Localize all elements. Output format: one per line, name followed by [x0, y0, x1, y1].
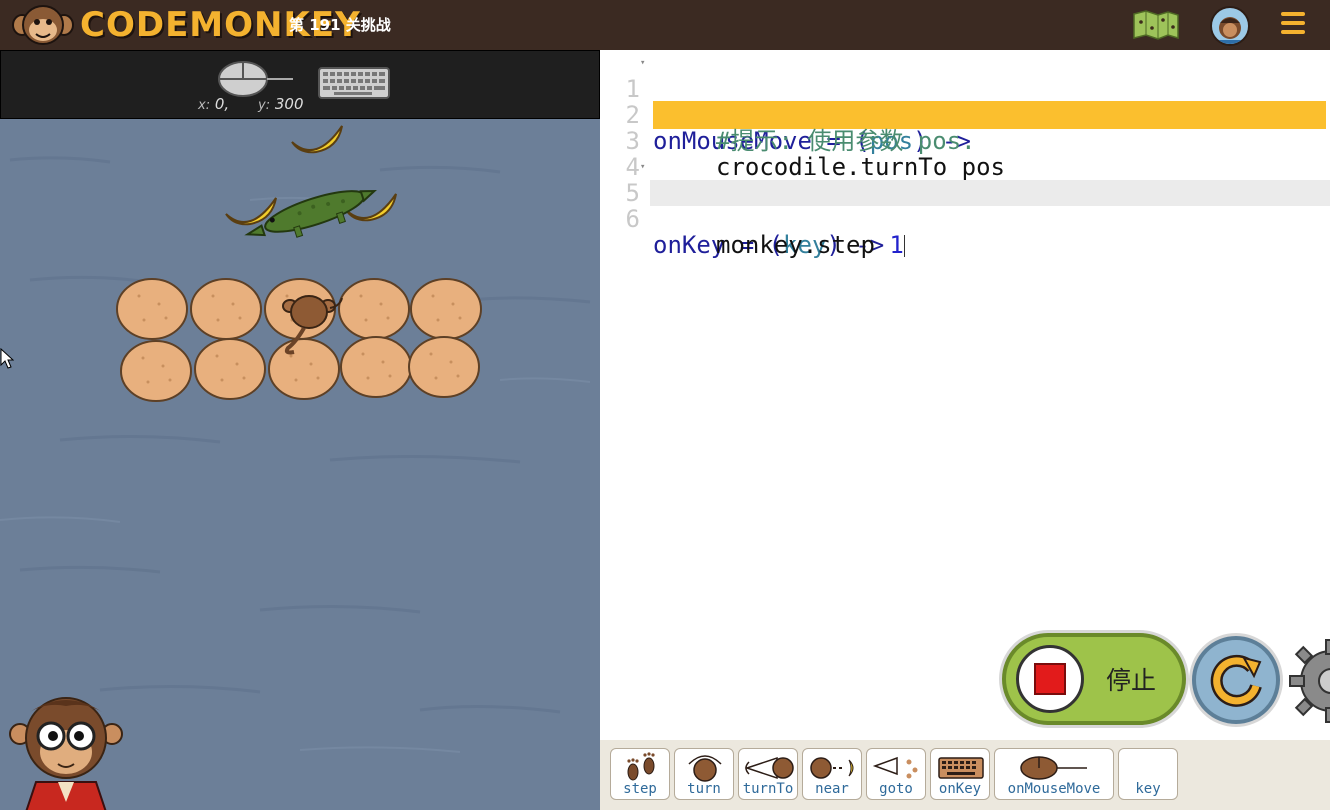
fold-toggle-icon[interactable]: ▾: [640, 50, 645, 76]
stone-tile: [410, 278, 482, 340]
game-stage: x: 0, y: 300: [0, 50, 600, 810]
code-number: 1: [889, 231, 904, 259]
mouse-cursor-icon: [0, 348, 14, 369]
palette-label: onMouseMove: [1007, 781, 1101, 797]
y-value: 300: [274, 95, 304, 113]
hamburger-menu-icon[interactable]: [1281, 12, 1305, 38]
input-indicator-bar: x: 0, y: 300: [0, 50, 600, 119]
monkey-sprite: [282, 295, 343, 355]
palette-item-turnTo[interactable]: turnTo: [738, 748, 798, 800]
keyboard-icon: [318, 67, 390, 99]
code-editor[interactable]: 1 ▾ onMouseMove = (pos) -> 2 #提示: 使用参数 p…: [600, 50, 1330, 740]
palette-item-turn[interactable]: turn: [674, 748, 734, 800]
turn-icon: [688, 755, 722, 782]
mouse-x-coordinate: x: 0,: [198, 95, 229, 113]
mouse-y-coordinate: y: 300: [258, 95, 304, 113]
palette-item-near[interactable]: near: [802, 748, 862, 800]
mouse-icon: [218, 61, 293, 97]
code-token: monkey.step: [716, 231, 890, 259]
stone-tile: [340, 336, 412, 398]
x-label: x:: [198, 98, 211, 113]
stone-tile: [194, 338, 266, 400]
stop-square-icon: [1016, 645, 1084, 713]
text-caret: [903, 235, 905, 257]
reset-arrow-icon: [1210, 654, 1262, 707]
palette-item-goto[interactable]: goto: [866, 748, 926, 800]
y-label: y:: [258, 98, 271, 113]
palette-item-onKey[interactable]: onKey: [930, 748, 990, 800]
code-line-6[interactable]: 6 monkey.step 1: [600, 180, 1330, 258]
palette-label: turn: [687, 781, 721, 797]
code-line-2[interactable]: 2 #提示: 使用参数 pos.: [600, 76, 1330, 154]
footprints-icon: [627, 752, 655, 781]
palette-item-key[interactable]: key: [1118, 748, 1178, 800]
palette-item-step[interactable]: step: [610, 748, 670, 800]
stop-label: 停止: [1106, 666, 1157, 695]
reset-button[interactable]: [1192, 636, 1280, 724]
avatar-icon[interactable]: [1210, 6, 1250, 46]
code-line-5[interactable]: 5 ▾ onKey = (key) ->: [600, 154, 1330, 258]
mouse-icon: [1020, 756, 1087, 780]
stone-tile: [120, 340, 192, 402]
gear-icon[interactable]: [1286, 636, 1330, 726]
stone-tile: [338, 278, 410, 340]
palette-label: onKey: [938, 781, 982, 797]
palette-label: goto: [879, 781, 913, 797]
map-icon[interactable]: [1132, 10, 1180, 40]
stone-tile: [190, 278, 262, 340]
x-value: 0,: [214, 95, 230, 113]
crocodile-sprite: [244, 189, 377, 238]
stone-tile: [116, 278, 188, 340]
goto-icon: [872, 756, 918, 779]
code-line-1[interactable]: 1 ▾ onMouseMove = (pos) ->: [600, 50, 1330, 154]
monkey-logo-icon: [12, 5, 74, 45]
stop-button[interactable]: 停止: [1002, 633, 1186, 725]
top-bar: CODEMONKEY 第 191 关挑战: [0, 0, 1330, 50]
turnto-icon: [744, 756, 794, 780]
palette-item-onMouseMove[interactable]: onMouseMove: [994, 748, 1114, 800]
palette-label: near: [815, 781, 849, 797]
banana-icon: [291, 125, 343, 154]
guide-monkey-character: [9, 697, 123, 810]
function-palette: step turn turnTo near goto onKey onMouse…: [600, 740, 1330, 810]
palette-label: step: [623, 781, 657, 797]
near-icon: [810, 757, 854, 779]
level-title: 第 191 关挑战: [289, 16, 391, 34]
code-token: onKey: [653, 231, 726, 259]
palette-label: key: [1135, 781, 1161, 797]
code-line-4[interactable]: 4: [600, 128, 1330, 180]
line-number: 6: [625, 205, 640, 233]
code-line-3[interactable]: 3 crocodile.turnTo pos: [600, 102, 1330, 180]
stone-tile: [408, 336, 480, 398]
fold-toggle-icon[interactable]: ▾: [640, 154, 645, 180]
palette-label: turnTo: [742, 781, 794, 797]
keyboard-icon: [938, 757, 984, 779]
